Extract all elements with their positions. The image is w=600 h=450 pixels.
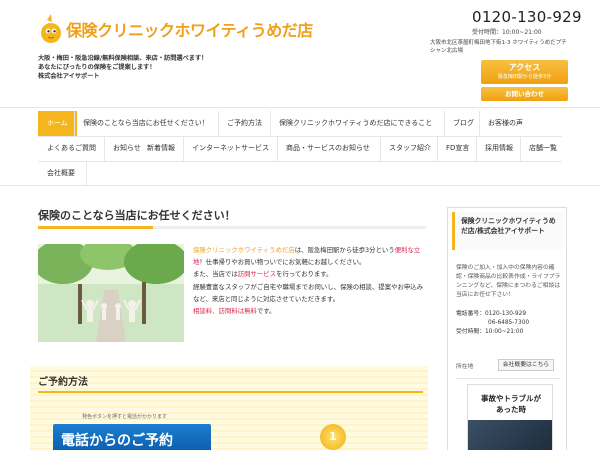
reservation-section: ご予約方法 発色ボタンを押すと電話がかかります 電話からのご予約 1 [30,366,428,450]
sidebar-phone: 電話番号：0120-130-929 [456,311,527,317]
sidebar-description: 保険のご加入・加入中の保険内容の確認・保険商品の比較表作成・ライフプランニングな… [456,265,561,298]
contact-button[interactable]: お問い合わせ [481,87,568,101]
free-consultation-highlight: 相談料、訪問料は無料 [193,307,257,316]
nav-row-divider [38,161,562,162]
family-photo [38,244,184,342]
nav-item-faq[interactable]: よくあるご質問 [38,136,105,161]
tagline-line: あなたにぴったりの保険をご提案します！ [38,64,156,71]
sidebar: 保険クリニックホワイティうめだ店/株式会社アイサポート 保険のご加入・加入中の保… [447,207,567,450]
accident-banner-line: あった時 [496,405,526,414]
sidebar-phone-2: 06-6485-7300 [488,320,530,326]
intro-text-fragment: ！仕事帰りやお買い物ついでにお気軽にお越しください。 [199,258,366,267]
accident-banner-image [468,420,552,450]
nav-item-products-services[interactable]: 商品・サービスのお知らせ [277,136,379,161]
company-overview-button[interactable]: 会社概要はこちら [498,359,554,371]
intro-text-fragment: を行っております。 [276,270,333,279]
sidebar-contact: 電話番号：0120-130-929 06-6485-7300 受付時間：10:0… [456,310,564,337]
intro-text-fragment: は、阪急梅田駅から徒歩3分という [294,246,395,254]
nav-item-store-list[interactable]: 店舗一覧 [520,136,566,161]
phone-reservation-banner[interactable]: 電話からのご予約 [53,424,211,450]
reservation-note: 発色ボタンを押すと電話がかかります [82,414,168,420]
global-nav: ホーム 保険のことなら当店にお任せください！ ご予約方法 保険クリニックホワイテ… [0,107,600,186]
tagline: 大阪・梅田・阪急沿線/無料保険相談、来店・訪問選べます！ あなたにぴったりの保険… [38,54,268,81]
visit-service-highlight: 訪問サービス [237,270,277,279]
site-header: 保険クリニックホワイティうめだ店 大阪・梅田・阪急沿線/無料保険相談、来店・訪問… [0,0,600,106]
header-address: 大阪市北区茶屋町梅田地下街1-3 ホワイティうめだプチシャン北広場 [430,40,567,54]
title-underline-accent [38,226,153,229]
logo-text: 保険クリニックホワイティうめだ店 [66,21,313,40]
accident-trouble-banner[interactable]: 事故やトラブルが あった時 [467,384,553,450]
nav-item-blog[interactable]: ブログ [444,111,483,136]
nav-item-reservation[interactable]: ご予約方法 [218,111,271,136]
mascot-icon [41,14,61,43]
header-phone-number[interactable]: 0120-130-929 [472,8,582,26]
accident-banner-line: 事故やトラブルが [481,394,541,403]
sidebar-company-title: 保険クリニックホワイティうめだ店/株式会社アイサポート [461,217,556,235]
intro-text-fragment: です。 [256,307,276,316]
tagline-line: 大阪・梅田・阪急沿線/無料保険相談、来店・訪問選べます！ [38,55,208,62]
sidebar-location-label: 所在地 [456,364,474,370]
access-button-label: アクセス [508,63,541,72]
nav-divider [86,161,87,186]
nav-item-customer-voice[interactable]: お客様の声 [479,111,532,136]
sidebar-divider [456,378,560,379]
family-photo-image [38,244,184,342]
tagline-line: 株式会社アイサポート [38,73,100,80]
nav-item-staff[interactable]: スタッフ紹介 [380,136,440,161]
intro-text-fragment: 経験豊富なスタッフがご自宅や職場までお伺いし、保険の相談、提案やお申込みなど、来… [193,282,424,303]
access-button-sub: 阪急梅田駅から徒歩3分 [497,74,552,80]
nav-item-news[interactable]: 新着情報 [138,136,184,161]
step-number-badge: 1 [320,424,346,450]
sidebar-hours: 受付時間：10:00~21:00 [456,329,524,335]
page-title: 保険のことなら当店にお任せください！ [38,209,236,222]
intro-text-fragment: また、当店では [193,270,238,279]
intro-text: 保険クリニックホワイティうめだ店は、阪急梅田駅から徒歩3分という便利な立地！仕事… [193,244,429,317]
title-underline [38,226,426,229]
nav-item-leave-it-to-us[interactable]: 保険のことなら当店にお任せください！ [74,111,218,136]
reservation-title: ご予約方法 [38,377,88,388]
sidebar-heading-box: 保険クリニックホワイティうめだ店/株式会社アイサポート [452,212,562,250]
store-name-highlight: 保険クリニックホワイティうめだ店 [193,246,295,254]
nav-item-home[interactable]: ホーム [38,111,77,136]
reservation-underline [38,391,423,393]
access-button[interactable]: アクセス 阪急梅田駅から徒歩3分 [481,60,568,84]
nav-item-fd-declaration[interactable]: FD宣言 [437,136,478,161]
nav-item-what-we-can-do[interactable]: 保険クリニックホワイティうめだ店にできること [270,111,441,136]
nav-item-internet-service[interactable]: インターネットサービス [183,136,278,161]
nav-item-recruit[interactable]: 採用情報 [476,136,522,161]
header-hours: 受付時間：10:00~21:00 [472,29,542,36]
accident-banner-text: 事故やトラブルが あった時 [468,393,552,415]
site-logo[interactable]: 保険クリニックホワイティうめだ店 [38,14,313,44]
nav-item-company[interactable]: 会社概要 [38,161,84,186]
